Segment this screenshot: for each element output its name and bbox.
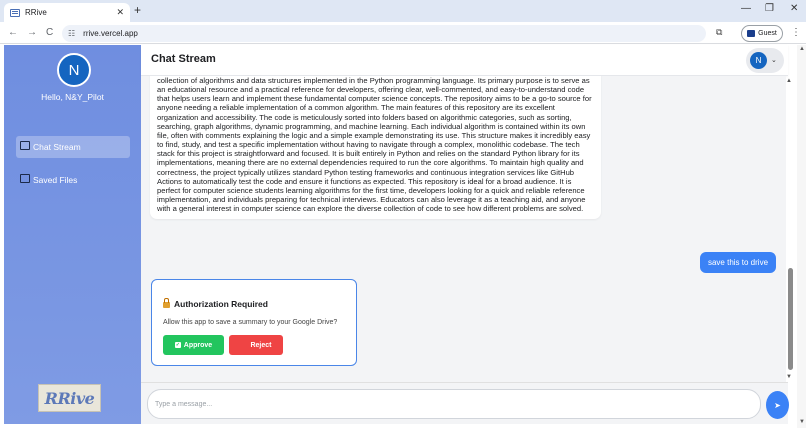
user-message: save this to drive bbox=[700, 252, 776, 273]
lock-icon bbox=[163, 298, 170, 308]
scroll-up-icon[interactable]: ▲ bbox=[786, 78, 792, 84]
account-menu-button[interactable]: N ⌄ bbox=[746, 48, 784, 73]
chevron-down-icon: ⌄ bbox=[771, 57, 777, 64]
profile-icon bbox=[747, 30, 756, 37]
address-bar[interactable]: ☷ rrive.vercel.app bbox=[62, 25, 706, 42]
greeting-text: Hello, N&Y_Pilot bbox=[41, 92, 104, 102]
send-button[interactable]: ➤ bbox=[766, 391, 789, 419]
cast-icon[interactable]: ⧉ bbox=[716, 27, 722, 38]
check-icon: ✓ bbox=[174, 342, 181, 348]
chat-scrollbar[interactable] bbox=[788, 268, 793, 370]
page-title: Chat Stream bbox=[151, 53, 216, 65]
chat-header: Chat Stream N ⌄ bbox=[141, 45, 788, 76]
page-scroll-down-icon[interactable]: ▼ bbox=[799, 419, 805, 425]
guest-profile-button[interactable]: Guest bbox=[741, 25, 783, 42]
reject-button[interactable]: Reject bbox=[229, 335, 283, 355]
authorization-card: Authorization Required Allow this app to… bbox=[151, 279, 357, 366]
sidebar-item-saved-files[interactable]: Saved Files bbox=[16, 169, 130, 191]
approve-label: Approve bbox=[183, 341, 213, 349]
chat-icon bbox=[20, 140, 30, 150]
tab-close-icon[interactable]: ✕ bbox=[116, 7, 124, 18]
sidebar-item-label: Chat Stream bbox=[33, 142, 81, 152]
page-scroll-up-icon[interactable]: ▲ bbox=[799, 46, 805, 52]
browser-tab[interactable]: RRive ✕ bbox=[4, 3, 130, 22]
site-settings-icon[interactable]: ☷ bbox=[68, 29, 75, 38]
bot-message: collection of algorithms and data struct… bbox=[150, 76, 601, 220]
back-icon[interactable]: ← bbox=[8, 27, 18, 38]
sidebar-item-label: Saved Files bbox=[33, 175, 78, 185]
tab-title: RRive bbox=[25, 8, 47, 17]
chat-messages: collection of algorithms and data struct… bbox=[141, 76, 786, 382]
send-icon: ➤ bbox=[774, 400, 781, 410]
restore-icon[interactable]: ❐ bbox=[765, 3, 774, 14]
new-tab-button[interactable]: + bbox=[134, 3, 141, 17]
auth-title-text: Authorization Required bbox=[174, 299, 268, 309]
message-input[interactable] bbox=[147, 389, 761, 419]
url-text: rrive.vercel.app bbox=[83, 29, 138, 38]
tab-favicon-icon bbox=[10, 8, 20, 17]
rrive-logo: RRive bbox=[38, 384, 101, 412]
composer: ➤ bbox=[141, 382, 789, 424]
cross-icon bbox=[240, 342, 247, 348]
sidebar: N Hello, N&Y_Pilot Chat Stream Saved Fil… bbox=[4, 45, 141, 424]
header-avatar: N bbox=[750, 52, 767, 69]
minimize-icon[interactable]: — bbox=[741, 3, 751, 14]
auth-title: Authorization Required bbox=[163, 298, 268, 309]
pdf-file-icon bbox=[20, 173, 30, 183]
guest-label: Guest bbox=[758, 30, 777, 37]
approve-button[interactable]: ✓ Approve bbox=[163, 335, 224, 355]
menu-kebab-icon[interactable]: ⋮ bbox=[791, 27, 801, 38]
sidebar-item-chat-stream[interactable]: Chat Stream bbox=[16, 136, 130, 158]
browser-toolbar: ← → C ☷ rrive.vercel.app ⧉ Guest ⋮ bbox=[0, 22, 806, 44]
scroll-down-icon[interactable]: ▼ bbox=[786, 374, 792, 380]
reject-label: Reject bbox=[250, 341, 272, 349]
browser-tabstrip: RRive ✕ + — ❐ ✕ bbox=[0, 0, 806, 22]
forward-icon[interactable]: → bbox=[27, 27, 37, 38]
window-close-icon[interactable]: ✕ bbox=[790, 3, 798, 14]
page-scrollbar[interactable] bbox=[797, 45, 806, 428]
sidebar-avatar: N bbox=[57, 53, 91, 87]
auth-description: Allow this app to save a summary to your… bbox=[163, 319, 338, 326]
reload-icon[interactable]: C bbox=[46, 27, 53, 38]
